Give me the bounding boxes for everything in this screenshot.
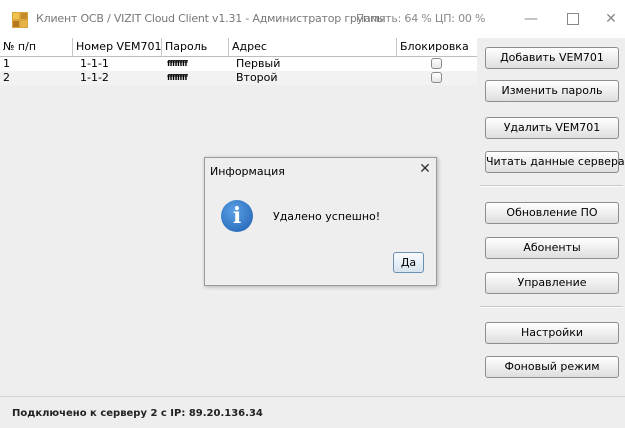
memory-cpu-status: Память: 64 % ЦП: 00 %: [356, 12, 486, 25]
table-header: № п/п Номер VEM701 Пароль Адрес Блокиров…: [0, 38, 477, 57]
app-icon: [12, 12, 28, 28]
background-mode-button[interactable]: Фоновый режим: [485, 356, 619, 378]
app-window: Клиент ОСВ / VIZIT Cloud Client v1.31 - …: [0, 0, 625, 428]
dialog-close-button[interactable]: ✕: [417, 161, 433, 177]
action-panel: Добавить VEM701 Изменить пароль Удалить …: [478, 38, 625, 395]
panel-divider: [480, 185, 623, 187]
connection-status: Подключено к серверу 2 с IP: 89.20.136.3…: [12, 408, 263, 419]
control-button[interactable]: Управление: [485, 272, 619, 294]
dialog-ok-button[interactable]: Да: [393, 252, 424, 273]
column-header-num[interactable]: № п/п: [0, 38, 73, 56]
status-bar: Подключено к серверу 2 с IP: 89.20.136.3…: [0, 396, 625, 428]
software-update-button[interactable]: Обновление ПО: [485, 202, 619, 224]
cell-vem: 1-1-2: [80, 71, 109, 84]
maximize-button[interactable]: [558, 8, 588, 30]
cell-password: ffffffff: [167, 73, 188, 82]
cell-password: ffffffff: [167, 59, 188, 68]
column-header-address[interactable]: Адрес: [229, 38, 397, 56]
cell-address: Второй: [236, 71, 278, 84]
dialog-title: Информация: [210, 165, 285, 178]
info-dialog: Информация ✕ i Удалено успешно! Да: [204, 157, 437, 286]
delete-vem-button[interactable]: Удалить VEM701: [485, 117, 619, 139]
panel-divider: [480, 306, 623, 308]
close-window-button[interactable]: ✕: [596, 8, 625, 30]
dialog-message: Удалено успешно!: [273, 210, 381, 223]
read-server-data-button[interactable]: Читать данные сервера: [485, 151, 625, 173]
column-header-vem[interactable]: Номер VEM701: [73, 38, 162, 56]
subscribers-button[interactable]: Абоненты: [485, 237, 619, 259]
maximize-icon: [567, 13, 579, 25]
add-vem-button[interactable]: Добавить VEM701: [485, 47, 619, 69]
column-header-blocked[interactable]: Блокировка: [397, 38, 477, 56]
table-row[interactable]: 2 1-1-2 ffffffff Второй: [0, 71, 477, 85]
block-checkbox[interactable]: [431, 72, 442, 83]
cell-num: 2: [3, 71, 10, 84]
table-row[interactable]: 1 1-1-1 ffffffff Первый: [0, 57, 477, 71]
settings-button[interactable]: Настройки: [485, 322, 619, 344]
column-header-password[interactable]: Пароль: [162, 38, 229, 56]
block-checkbox[interactable]: [431, 58, 442, 69]
cell-num: 1: [3, 57, 10, 70]
title-bar: Клиент ОСВ / VIZIT Cloud Client v1.31 - …: [0, 0, 625, 38]
cell-address: Первый: [236, 57, 281, 70]
cell-vem: 1-1-1: [80, 57, 109, 70]
minimize-button[interactable]: —: [516, 8, 546, 30]
info-icon: i: [221, 200, 253, 232]
change-password-button[interactable]: Изменить пароль: [485, 80, 619, 102]
window-title: Клиент ОСВ / VIZIT Cloud Client v1.31 - …: [36, 12, 386, 25]
